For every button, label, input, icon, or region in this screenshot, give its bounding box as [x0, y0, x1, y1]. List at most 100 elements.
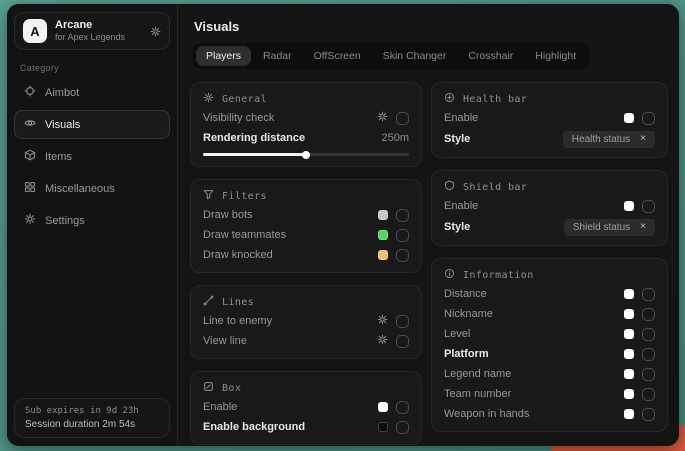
brand-card: A Arcane for Apex Legends: [14, 12, 170, 50]
draw-knocked-checkbox[interactable]: [396, 249, 409, 262]
sidebar-item-miscellaneous[interactable]: Miscellaneous: [14, 174, 170, 203]
team-number-checkbox[interactable]: [642, 388, 655, 401]
eye-icon: [24, 117, 36, 132]
sidebar-item-items[interactable]: Items: [14, 142, 170, 171]
color-swatch[interactable]: [378, 210, 388, 220]
box-card: Box Enable Enable background: [190, 371, 422, 445]
color-swatch[interactable]: [378, 250, 388, 260]
row-label: Platform: [444, 348, 489, 360]
weapon-in-hands-row: Weapon in hands: [444, 404, 655, 424]
health-style-select[interactable]: Health status ×: [563, 131, 655, 148]
brand-text: Arcane for Apex Legends: [55, 19, 125, 43]
sub-expires-text: Sub expires in 9d 23h: [25, 406, 159, 416]
sidebar-item-visuals[interactable]: Visuals: [14, 110, 170, 139]
row-label: Draw knocked: [203, 249, 273, 261]
color-swatch[interactable]: [624, 329, 634, 339]
gear-icon[interactable]: [377, 314, 388, 328]
gear-icon[interactable]: [150, 26, 161, 37]
color-swatch[interactable]: [624, 289, 634, 299]
sidebar-item-aimbot[interactable]: Aimbot: [14, 78, 170, 107]
tab-radar[interactable]: Radar: [253, 46, 302, 66]
box-enable-row: Enable: [203, 397, 409, 417]
subscription-card: Sub expires in 9d 23h Session duration 2…: [14, 398, 170, 438]
row-label: Distance: [444, 288, 487, 300]
color-swatch[interactable]: [378, 230, 388, 240]
slider-thumb[interactable]: [302, 151, 310, 159]
card-title: Shield bar: [463, 182, 527, 193]
lines-card: Lines Line to enemy View line: [190, 285, 422, 359]
color-swatch[interactable]: [624, 349, 634, 359]
platform-row: Platform: [444, 344, 655, 364]
visibility-check-checkbox[interactable]: [396, 112, 409, 125]
row-label: Nickname: [444, 308, 493, 320]
right-column: Health bar Enable Style H: [431, 82, 668, 444]
gear-icon[interactable]: [377, 111, 388, 125]
row-label: Team number: [444, 388, 511, 400]
sun-icon: [203, 92, 214, 106]
app-logo: A: [23, 19, 47, 43]
color-swatch[interactable]: [624, 201, 634, 211]
distance-checkbox[interactable]: [642, 288, 655, 301]
shield-bar-card: Shield bar Enable Style S: [431, 170, 668, 246]
row-label: Enable background: [203, 421, 305, 433]
shield-bar-card-header: Shield bar: [444, 178, 655, 196]
view-line-row: View line: [203, 331, 409, 351]
row-label: View line: [203, 335, 247, 347]
shield-icon: [444, 180, 455, 194]
cube-icon: [24, 149, 36, 164]
sidebar-item-settings[interactable]: Settings: [14, 206, 170, 235]
rendering-distance-row: Rendering distance 250m: [203, 128, 409, 148]
row-label: Line to enemy: [203, 315, 272, 327]
gear-icon: [24, 213, 36, 228]
rendering-distance-slider[interactable]: [203, 153, 409, 156]
health-enable-row: Enable: [444, 108, 655, 128]
color-swatch[interactable]: [624, 309, 634, 319]
color-swatch[interactable]: [624, 389, 634, 399]
app-window: A Arcane for Apex Legends Category Aimbo…: [7, 4, 679, 446]
box-enable-background-checkbox[interactable]: [396, 421, 409, 434]
line-to-enemy-checkbox[interactable]: [396, 315, 409, 328]
color-swatch[interactable]: [624, 409, 634, 419]
shield-enable-checkbox[interactable]: [642, 200, 655, 213]
level-checkbox[interactable]: [642, 328, 655, 341]
shield-style-row: Style Shield status ×: [444, 216, 655, 238]
session-duration-text: Session duration 2m 54s: [25, 419, 159, 430]
card-title: Filters: [222, 191, 267, 202]
tab-skin-changer[interactable]: Skin Changer: [373, 46, 457, 66]
sidebar-item-label: Visuals: [45, 119, 80, 131]
funnel-icon: [203, 189, 214, 203]
color-swatch[interactable]: [378, 402, 388, 412]
tab-highlight[interactable]: Highlight: [525, 46, 586, 66]
close-icon[interactable]: ×: [640, 222, 646, 232]
rendering-distance-value: 250m: [381, 132, 409, 144]
close-icon[interactable]: ×: [640, 134, 646, 144]
health-enable-checkbox[interactable]: [642, 112, 655, 125]
row-label: Enable: [203, 401, 237, 413]
draw-teammates-checkbox[interactable]: [396, 229, 409, 242]
color-swatch[interactable]: [624, 369, 634, 379]
information-card: Information Distance Nickname: [431, 258, 668, 432]
view-line-checkbox[interactable]: [396, 335, 409, 348]
legend-name-checkbox[interactable]: [642, 368, 655, 381]
color-swatch[interactable]: [624, 113, 634, 123]
platform-checkbox[interactable]: [642, 348, 655, 361]
health-bar-card: Health bar Enable Style H: [431, 82, 668, 158]
shield-style-select[interactable]: Shield status ×: [564, 219, 655, 236]
tab-offscreen[interactable]: OffScreen: [304, 46, 371, 66]
selected-option-label: Shield status: [573, 222, 630, 233]
selected-option-label: Health status: [572, 134, 630, 145]
gear-icon[interactable]: [377, 334, 388, 348]
color-swatch[interactable]: [378, 422, 388, 432]
row-label: Draw bots: [203, 209, 253, 221]
filters-card-header: Filters: [203, 187, 409, 205]
box-enable-checkbox[interactable]: [396, 401, 409, 414]
draw-teammates-row: Draw teammates: [203, 225, 409, 245]
draw-bots-checkbox[interactable]: [396, 209, 409, 222]
row-label: Visibility check: [203, 112, 274, 124]
row-label: Draw teammates: [203, 229, 286, 241]
tab-players[interactable]: Players: [196, 46, 251, 66]
nickname-checkbox[interactable]: [642, 308, 655, 321]
row-label: Style: [444, 133, 470, 145]
tab-crosshair[interactable]: Crosshair: [458, 46, 523, 66]
weapon-in-hands-checkbox[interactable]: [642, 408, 655, 421]
